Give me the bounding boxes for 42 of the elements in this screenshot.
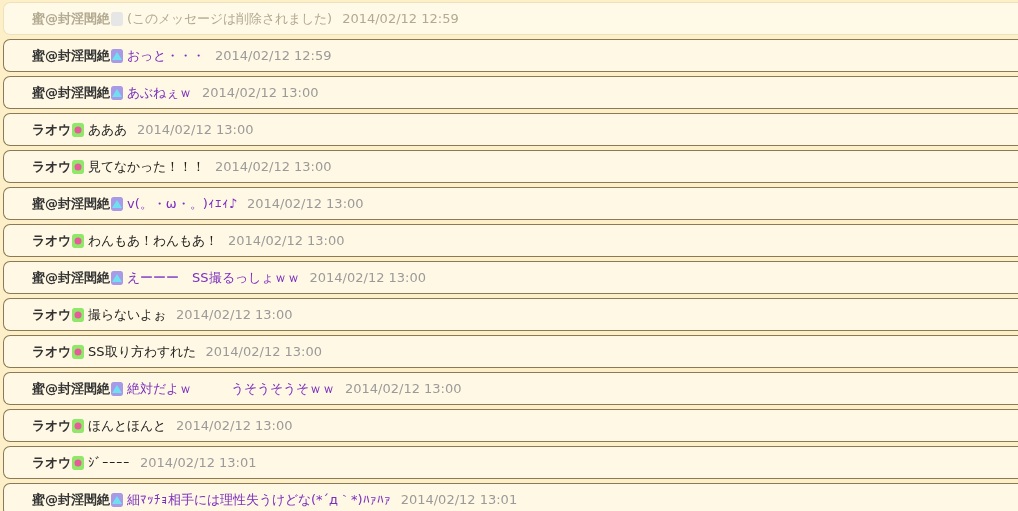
timestamp: 2014/02/12 13:01 [400,490,518,509]
message-text: えーーー SS撮るっしょｗｗ [127,268,300,287]
timestamp: 2014/02/12 12:59 [215,46,332,65]
message-text: あぶねぇｗ [127,83,192,102]
timestamp: 2014/02/12 13:00 [345,379,462,398]
message-text: 絶対だよｗ うそうそうそｗｗ [127,379,335,398]
message-text: わんもあ！わんもあ！ [88,231,218,250]
message-text: 撮らないよぉ [88,305,166,324]
user-name: ラオウ [32,120,71,139]
user-name: 蜜@封淫閚絶 [32,490,110,509]
message-text: あああ [88,120,127,139]
timestamp: 2014/02/12 13:00 [176,416,293,435]
user-name: 蜜@封淫閚絶 [32,9,110,28]
message-text: 細ﾏｯﾁｮ相手には理性失うけどな(*´д｀*)ﾊｧﾊｧ [127,490,391,509]
timestamp: 2014/02/12 13:00 [202,83,319,102]
user-name: 蜜@封淫閚絶 [32,46,110,65]
message-text: SS取り方わすれた [88,342,196,361]
user-name: ラオウ [32,342,71,361]
message-text: (このメッセージは削除されました) [127,9,333,28]
user-name: ラオウ [32,453,71,472]
timestamp: 2014/02/12 13:00 [205,342,323,361]
message-text: ほんとほんと [88,416,166,435]
timestamp: 2014/02/12 13:00 [176,305,293,324]
timestamp: 2014/02/12 13:01 [140,453,257,472]
message-text: v(。・ω・。)ｨｴｨ♪ [127,194,238,213]
timestamp: 2014/02/12 13:00 [228,231,345,250]
timestamp: 2014/02/12 13:00 [309,268,427,287]
timestamp: 2014/02/12 13:00 [137,120,254,139]
user-name: 蜜@封淫閚絶 [32,194,110,213]
user-name: 蜜@封淫閚絶 [32,83,110,102]
timestamp: 2014/02/12 13:00 [215,157,332,176]
user-name: 蜜@封淫閚絶 [32,268,110,287]
timestamp: 2014/02/12 12:59 [342,9,459,28]
user-name: ラオウ [32,305,71,324]
message-text: 見てなかった！！！ [88,157,205,176]
timestamp: 2014/02/12 13:00 [247,194,364,213]
user-name: 蜜@封淫閚絶 [32,379,110,398]
user-name: ラオウ [32,157,71,176]
user-name: ラオウ [32,231,71,250]
message-text: ｼﾞｰｰｰｰ [88,453,130,472]
message-text: おっと・・・ [127,46,205,65]
user-name: ラオウ [32,416,71,435]
